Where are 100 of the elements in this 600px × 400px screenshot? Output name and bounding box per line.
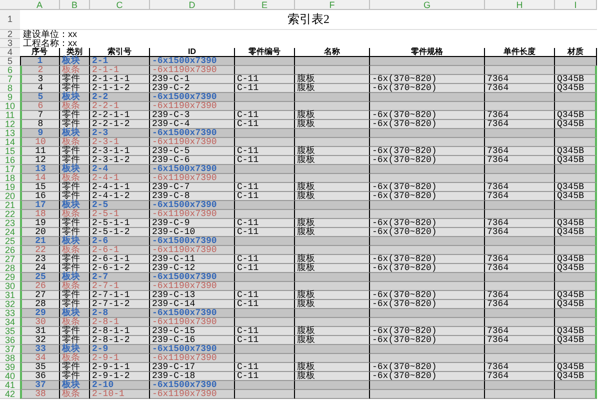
table-cell: 239-C-11	[150, 255, 235, 264]
row-header[interactable]: 11	[0, 111, 20, 120]
corner-cell[interactable]	[0, 0, 20, 10]
table-cell: 7364	[485, 336, 555, 345]
row-header[interactable]: 13	[0, 129, 20, 138]
row-header[interactable]: 5	[0, 57, 20, 66]
table-cell: 零件	[60, 219, 90, 228]
table-cell: C-11	[235, 75, 295, 84]
table-cell: 板块	[60, 345, 90, 354]
column-header[interactable]: G	[370, 0, 485, 10]
table-cell: 腹板	[295, 336, 370, 345]
table-cell: 板条	[60, 390, 90, 399]
row-header[interactable]: 3	[0, 39, 20, 48]
column-header[interactable]: C	[90, 0, 150, 10]
row-header[interactable]: 40	[0, 372, 20, 381]
row-header[interactable]: 36	[0, 336, 20, 345]
row-header[interactable]: 2	[0, 30, 20, 39]
row-header[interactable]: 39	[0, 363, 20, 372]
row-header[interactable]: 28	[0, 264, 20, 273]
row-header[interactable]: 1	[0, 10, 20, 30]
row-header[interactable]: 29	[0, 273, 20, 282]
table-cell: 239-C-2	[150, 84, 235, 93]
table-cell: 腹板	[295, 255, 370, 264]
table-cell: 7364	[485, 183, 555, 192]
row-header[interactable]: 7	[0, 75, 20, 84]
row-header[interactable]: 42	[0, 390, 20, 399]
row-header[interactable]: 34	[0, 318, 20, 327]
column-header[interactable]: I	[555, 0, 597, 10]
row-header[interactable]: 17	[0, 165, 20, 174]
table-cell: 2-6-1-2	[90, 264, 150, 273]
table-cell: -6x1190x7390	[150, 102, 235, 111]
row-header[interactable]: 14	[0, 138, 20, 147]
row-header[interactable]: 24	[0, 228, 20, 237]
row-header[interactable]: 33	[0, 309, 20, 318]
table-cell: 2-9-1	[90, 354, 150, 363]
row-header[interactable]: 16	[0, 156, 20, 165]
sheet-title: 索引表2	[20, 10, 597, 30]
row-header[interactable]: 41	[0, 381, 20, 390]
column-header[interactable]: B	[60, 0, 90, 10]
table-cell: 零件	[60, 336, 90, 345]
row-header[interactable]: 15	[0, 147, 20, 156]
row-header[interactable]: 25	[0, 237, 20, 246]
row-header[interactable]: 37	[0, 345, 20, 354]
table-cell: 零件	[60, 228, 90, 237]
table-cell: C-11	[235, 147, 295, 156]
row-header[interactable]: 31	[0, 291, 20, 300]
table-cell: 板块	[60, 381, 90, 390]
row-header[interactable]: 22	[0, 210, 20, 219]
row-header[interactable]: 8	[0, 84, 20, 93]
row-header[interactable]: 18	[0, 174, 20, 183]
table-cell: 板条	[60, 246, 90, 255]
row-header[interactable]: 32	[0, 300, 20, 309]
table-cell: 30	[20, 318, 60, 327]
row-header[interactable]: 12	[0, 120, 20, 129]
row-header[interactable]: 10	[0, 102, 20, 111]
table-cell: 7364	[485, 84, 555, 93]
row-header[interactable]: 19	[0, 183, 20, 192]
row-header[interactable]: 4	[0, 48, 20, 57]
table-cell: 239-C-9	[150, 219, 235, 228]
table-cell: 板块	[60, 237, 90, 246]
table-cell: 11	[20, 147, 60, 156]
table-cell: 2-6	[90, 237, 150, 246]
row-header[interactable]: 38	[0, 354, 20, 363]
table-cell: 239-C-16	[150, 336, 235, 345]
table-cell: 腹板	[295, 111, 370, 120]
table-cell: 板块	[60, 201, 90, 210]
table-cell: -6x(370~820)	[370, 336, 485, 345]
table-cell: 239-C-1	[150, 75, 235, 84]
row-header[interactable]: 21	[0, 201, 20, 210]
table-cell: 24	[20, 264, 60, 273]
table-cell: 2-4-1-1	[90, 183, 150, 192]
column-header[interactable]: H	[485, 0, 555, 10]
table-cell: -6x(370~820)	[370, 291, 485, 300]
row-header[interactable]: 20	[0, 192, 20, 201]
table-cell: 腹板	[295, 147, 370, 156]
table-cell: 9	[20, 129, 60, 138]
table-cell: -6x1500x7390	[150, 345, 235, 354]
column-header[interactable]: F	[295, 0, 370, 10]
table-cell: 零件	[60, 327, 90, 336]
table-cell: 2-1-1-1	[90, 75, 150, 84]
table-cell: 7364	[485, 192, 555, 201]
table-cell: 37	[20, 381, 60, 390]
table-cell: 2-5-1	[90, 210, 150, 219]
row-header[interactable]: 6	[0, 66, 20, 75]
column-header[interactable]: A	[20, 0, 60, 10]
column-header[interactable]: E	[235, 0, 295, 10]
row-header[interactable]: 26	[0, 246, 20, 255]
column-header[interactable]: D	[150, 0, 235, 10]
table-cell: Q345B	[555, 84, 597, 93]
table-cell: 2-1-1-2	[90, 84, 150, 93]
table-cell: 7364	[485, 75, 555, 84]
table-cell: -6x(370~820)	[370, 219, 485, 228]
table-cell: 2-2-1-2	[90, 120, 150, 129]
row-header[interactable]: 35	[0, 327, 20, 336]
row-header[interactable]: 27	[0, 255, 20, 264]
row-header[interactable]: 23	[0, 219, 20, 228]
row-header[interactable]: 30	[0, 282, 20, 291]
table-cell: 腹板	[295, 84, 370, 93]
table-cell: 零件	[60, 75, 90, 84]
row-header[interactable]: 9	[0, 93, 20, 102]
